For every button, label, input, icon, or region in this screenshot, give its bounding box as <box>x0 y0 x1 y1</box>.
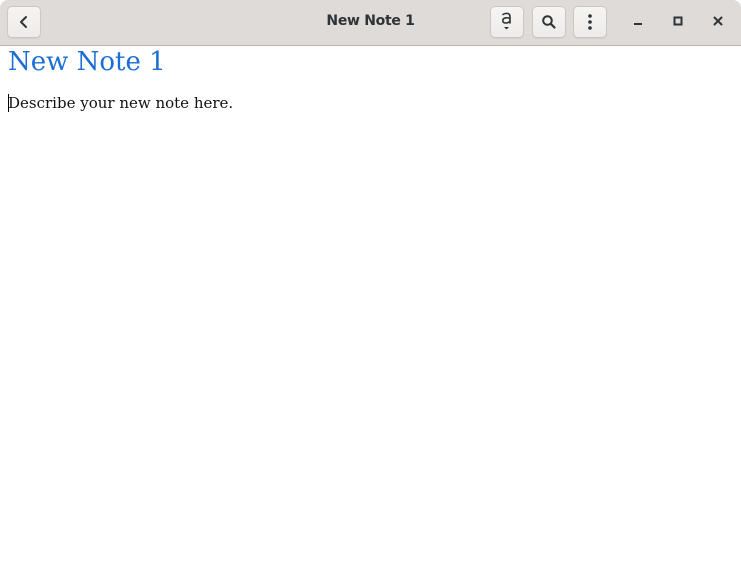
language-format-icon <box>499 11 515 33</box>
note-editor[interactable]: New Note 1 Describe your new note here. <box>0 46 741 566</box>
close-icon <box>713 13 723 31</box>
chevron-left-icon <box>18 15 30 29</box>
menu-button[interactable] <box>573 6 607 38</box>
minimize-button[interactable] <box>625 9 651 35</box>
notes-window: New Note 1 New Note 1 Describe your new … <box>0 0 741 566</box>
window-title: New Note 1 <box>326 13 415 29</box>
note-title[interactable]: New Note 1 <box>8 46 166 78</box>
language-button[interactable] <box>490 6 524 38</box>
maximize-icon <box>673 13 683 31</box>
note-body[interactable]: Describe your new note here. <box>8 93 233 113</box>
header-bar: New Note 1 <box>0 0 741 46</box>
maximize-button[interactable] <box>665 9 691 35</box>
back-button[interactable] <box>7 6 41 38</box>
search-button[interactable] <box>532 6 566 38</box>
minimize-icon <box>633 13 643 31</box>
close-button[interactable] <box>705 9 731 35</box>
vertical-dots-icon <box>587 13 593 31</box>
search-icon <box>541 14 557 30</box>
